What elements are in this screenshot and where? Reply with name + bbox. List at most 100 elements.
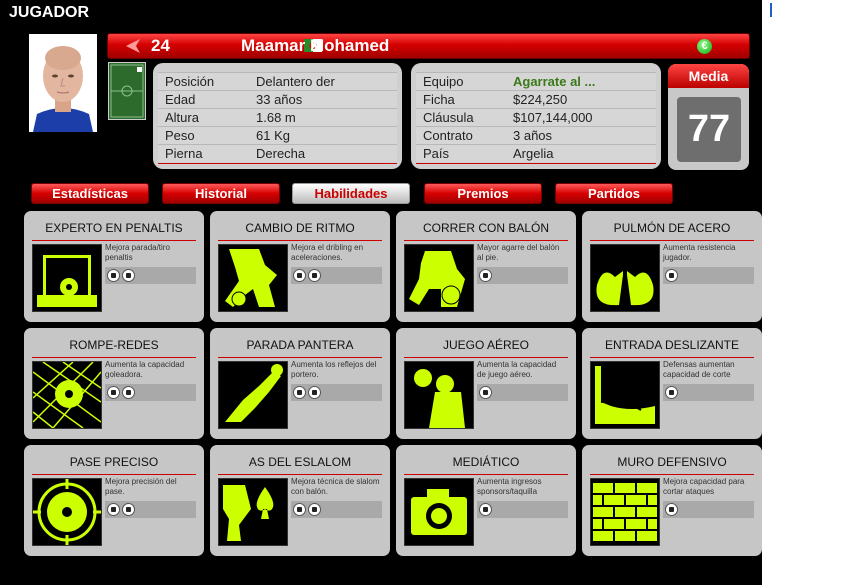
brick-wall-icon — [590, 478, 660, 546]
skill-level — [477, 384, 568, 401]
personal-info-panel: Posición Delantero der Edad 33 años Altura… — [153, 63, 402, 169]
penalty-goal-icon — [32, 244, 102, 312]
tab-historial[interactable]: Historial — [162, 183, 280, 204]
divider — [218, 240, 382, 241]
ball-icon — [293, 269, 306, 282]
skill-title: JUEGO AÉREO — [442, 338, 530, 352]
team-link[interactable]: Agarrate al ... — [513, 74, 595, 89]
info-label: Cláusula — [423, 110, 474, 125]
info-value: Delantero der — [256, 74, 335, 89]
skill-title: ENTRADA DESLIZANTE — [604, 338, 740, 352]
info-row-equipo: Equipo Agarrate al ... — [416, 72, 656, 90]
info-label: Posición — [165, 74, 215, 89]
info-row-clausula: Cláusula $107,144,000 — [416, 108, 656, 126]
lungs-icon — [590, 244, 660, 312]
back-arrow-icon[interactable] — [122, 37, 144, 55]
ball-icon — [122, 503, 135, 516]
position-mini-pitch — [108, 62, 146, 120]
skill-level — [291, 384, 382, 401]
divider — [32, 240, 196, 241]
divider — [32, 357, 196, 358]
diving-goalkeeper-icon — [218, 361, 288, 429]
ball-icon — [293, 503, 306, 516]
ace-slalom-icon — [218, 478, 288, 546]
player-number: 24 — [151, 36, 170, 55]
ball-icon — [308, 386, 321, 399]
sliding-tackle-icon — [590, 361, 660, 429]
skill-title: PARADA PANTERA — [246, 338, 354, 352]
skill-card-pase-preciso[interactable]: PASE PRECISO Mejora precisión del pase. — [24, 445, 204, 556]
skill-title: AS DEL ESLALOM — [248, 455, 352, 469]
info-value: $107,144,000 — [513, 110, 593, 125]
skill-card-rompe-redes[interactable]: ROMPE-REDES Aumenta la capacidad goleado… — [24, 328, 204, 439]
ball-icon — [479, 503, 492, 516]
skill-description: Mejora precisión del pase. — [105, 477, 177, 496]
skill-card-mediatico[interactable]: MEDIÁTICO Aumenta ingresos sponsors/taqu… — [396, 445, 576, 556]
info-value: Derecha — [256, 146, 306, 161]
ball-icon — [107, 386, 120, 399]
skill-card-entrada-deslizante[interactable]: ENTRADA DESLIZANTE Defensas aumentan cap… — [582, 328, 762, 439]
info-label: Ficha — [423, 92, 455, 107]
info-value: Argelia — [513, 146, 554, 161]
skill-card-as-del-eslalom[interactable]: AS DEL ESLALOM Mejora técnica de slalom … — [210, 445, 390, 556]
euro-icon[interactable]: € — [697, 39, 712, 54]
ball-icon — [479, 269, 492, 282]
divider — [404, 474, 568, 475]
skill-card-cambio-de-ritmo[interactable]: CAMBIO DE RITMO Mejora el dribling en ac… — [210, 211, 390, 322]
ball-icon — [107, 269, 120, 282]
info-row-contrato: Contrato 3 años — [416, 126, 656, 144]
skill-description: Defensas aumentan capacidad de corte — [663, 360, 735, 379]
position-marker — [137, 67, 142, 72]
info-row-edad: Edad 33 años — [158, 90, 397, 108]
media-value: 77 — [677, 97, 741, 162]
media-rating-box: Media 77 — [668, 64, 749, 170]
skill-card-muro-defensivo[interactable]: MURO DEFENSIVO Mejora capacidad para cor… — [582, 445, 762, 556]
edge-marker — [770, 3, 772, 17]
skill-description: Aumenta resistencia jugador. — [663, 243, 736, 262]
divider — [158, 163, 397, 164]
info-row-pierna: Pierna Derecha — [158, 144, 397, 164]
skill-card-experto-en-penaltis[interactable]: EXPERTO EN PENALTIS Mejora parada/tiro p… — [24, 211, 204, 322]
divider — [218, 474, 382, 475]
tab-partidos[interactable]: Partidos — [555, 183, 673, 204]
page-title: JUGADOR — [9, 4, 90, 21]
skill-card-pulmon-de-acero[interactable]: PULMÓN DE ACERO Aumenta resistencia juga… — [582, 211, 762, 322]
skill-description: Mejora capacidad para cortar ataques — [663, 477, 745, 496]
tab-premios[interactable]: Premios — [424, 183, 542, 204]
skill-card-parada-pantera[interactable]: PARADA PANTERA Aumenta los reflejos del … — [210, 328, 390, 439]
skill-level — [477, 267, 568, 284]
skill-level — [291, 267, 382, 284]
ball-icon — [122, 269, 135, 282]
info-value: 33 años — [256, 92, 303, 107]
skill-title: EXPERTO EN PENALTIS — [45, 221, 183, 235]
divider — [32, 474, 196, 475]
info-label: Pierna — [165, 146, 203, 161]
divider — [404, 357, 568, 358]
info-row-pais: País Argelia — [416, 144, 656, 164]
tab-habilidades[interactable]: Habilidades — [292, 183, 410, 204]
ball-icon — [665, 386, 678, 399]
info-label: Contrato — [423, 128, 473, 143]
skill-title: PULMÓN DE ACERO — [613, 221, 731, 235]
skill-card-juego-aereo[interactable]: JUEGO AÉREO Aumenta la capacidad de jueg… — [396, 328, 576, 439]
info-row-altura: Altura 1.68 m — [158, 108, 397, 126]
info-label: Edad — [165, 92, 196, 107]
skill-card-correr-con-balon[interactable]: CORRER CON BALÓN Mayor agarre del balón … — [396, 211, 576, 322]
skill-title: PASE PRECISO — [69, 455, 159, 469]
ball-icon — [308, 269, 321, 282]
skill-description: Aumenta la capacidad de juego aéreo. — [477, 360, 557, 379]
divider — [590, 357, 754, 358]
info-label: Equipo — [423, 74, 464, 89]
ball-icon — [308, 503, 321, 516]
tab-estadisticas[interactable]: Estadísticas — [31, 183, 149, 204]
ball-icon — [107, 503, 120, 516]
player-name-bar: 24 Maamar Mohamed € — [107, 33, 750, 59]
skill-description: Mayor agarre del balón al pie. — [477, 243, 560, 262]
skill-title: MEDIÁTICO — [452, 455, 520, 469]
ball-icon — [122, 386, 135, 399]
player-name: Maamar Mohamed — [241, 36, 390, 55]
skill-title: CORRER CON BALÓN — [422, 221, 550, 235]
skill-level — [105, 501, 196, 518]
skill-level — [105, 384, 196, 401]
skill-title: CAMBIO DE RITMO — [245, 221, 355, 235]
